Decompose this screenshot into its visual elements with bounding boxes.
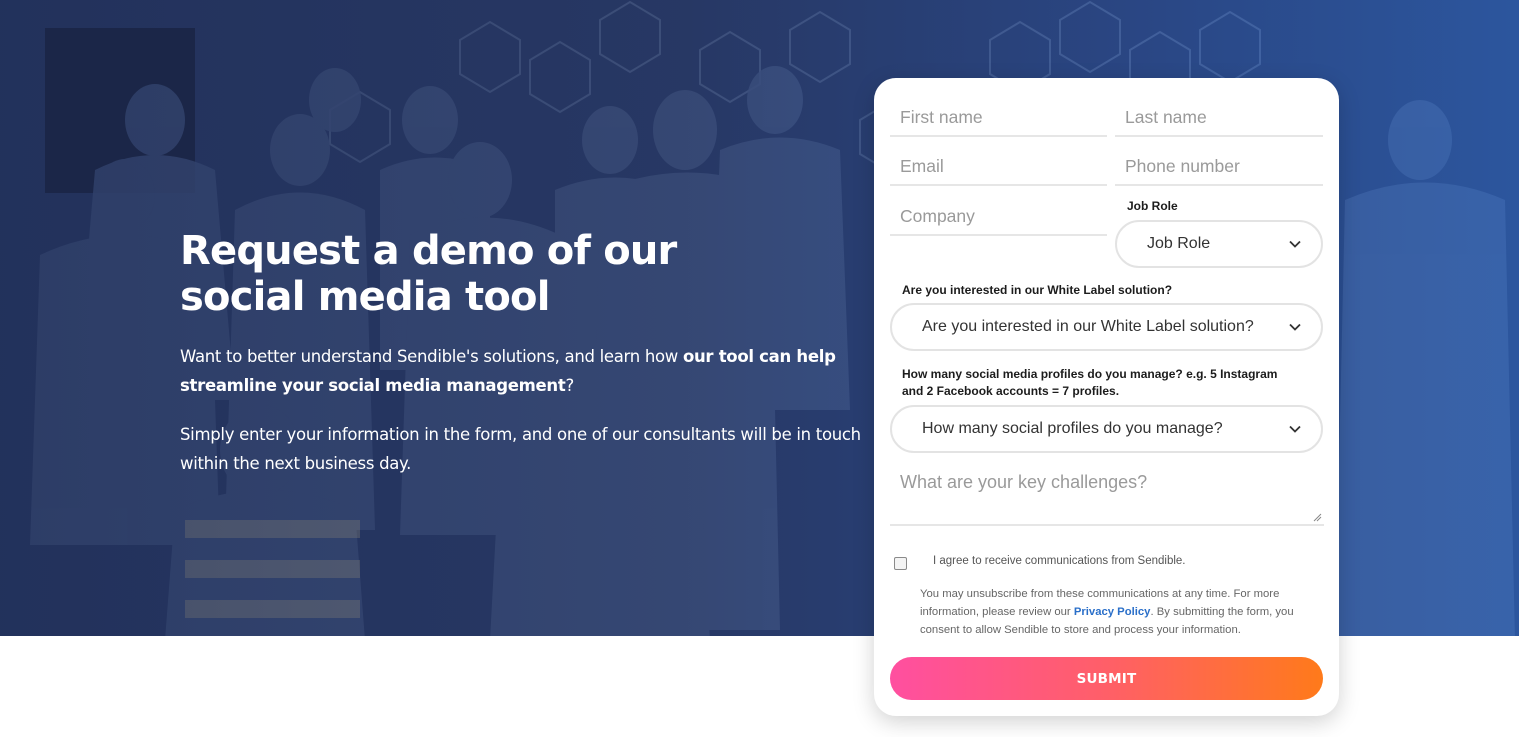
last-name-field[interactable]: Last name <box>1115 99 1323 137</box>
chevron-down-icon <box>1289 425 1301 433</box>
hero-intro: Want to better understand Sendible's sol… <box>180 342 870 400</box>
white-label-label: Are you interested in our White Label so… <box>902 283 1173 297</box>
profiles-select[interactable]: How many social profiles do you manage? <box>890 405 1323 453</box>
submit-button[interactable]: SUBMIT <box>890 657 1323 700</box>
profiles-value: How many social profiles do you manage? <box>922 420 1223 437</box>
hero-paragraph: Simply enter your information in the for… <box>180 425 861 473</box>
phone-placeholder: Phone number <box>1125 156 1240 176</box>
first-name-field[interactable]: First name <box>890 99 1107 137</box>
challenges-placeholder: What are your key challenges? <box>900 472 1148 492</box>
consent-label: I agree to receive communications from S… <box>933 555 1186 567</box>
company-field[interactable]: Company <box>890 198 1107 236</box>
job-role-select[interactable]: Job Role <box>1115 220 1323 268</box>
first-name-placeholder: First name <box>900 107 983 127</box>
page-title: Request a demo of our social media tool <box>180 228 677 320</box>
email-field[interactable]: Email <box>890 148 1107 186</box>
resize-handle-icon[interactable] <box>1313 513 1322 522</box>
last-name-placeholder: Last name <box>1125 107 1207 127</box>
white-label-value: Are you interested in our White Label so… <box>922 318 1254 335</box>
email-placeholder: Email <box>900 156 944 176</box>
hero-intro-end: ? <box>565 376 574 395</box>
company-placeholder: Company <box>900 206 975 226</box>
privacy-policy-link[interactable]: Privacy Policy <box>1074 606 1151 618</box>
chevron-down-icon <box>1289 323 1301 331</box>
hero-text: Request a demo of our social media tool … <box>180 228 870 478</box>
legal-text: You may unsubscribe from these communica… <box>920 585 1315 639</box>
job-role-label: Job Role <box>1127 199 1178 213</box>
job-role-value: Job Role <box>1147 235 1211 252</box>
challenges-textarea[interactable]: What are your key challenges? <box>890 464 1324 526</box>
hero-intro-text: Want to better understand Sendible's sol… <box>180 347 683 366</box>
chevron-down-icon <box>1289 240 1301 248</box>
consent-checkbox[interactable] <box>894 557 907 570</box>
white-label-select[interactable]: Are you interested in our White Label so… <box>890 303 1323 351</box>
profiles-label: How many social media profiles do you ma… <box>902 367 1278 398</box>
phone-field[interactable]: Phone number <box>1115 148 1323 186</box>
